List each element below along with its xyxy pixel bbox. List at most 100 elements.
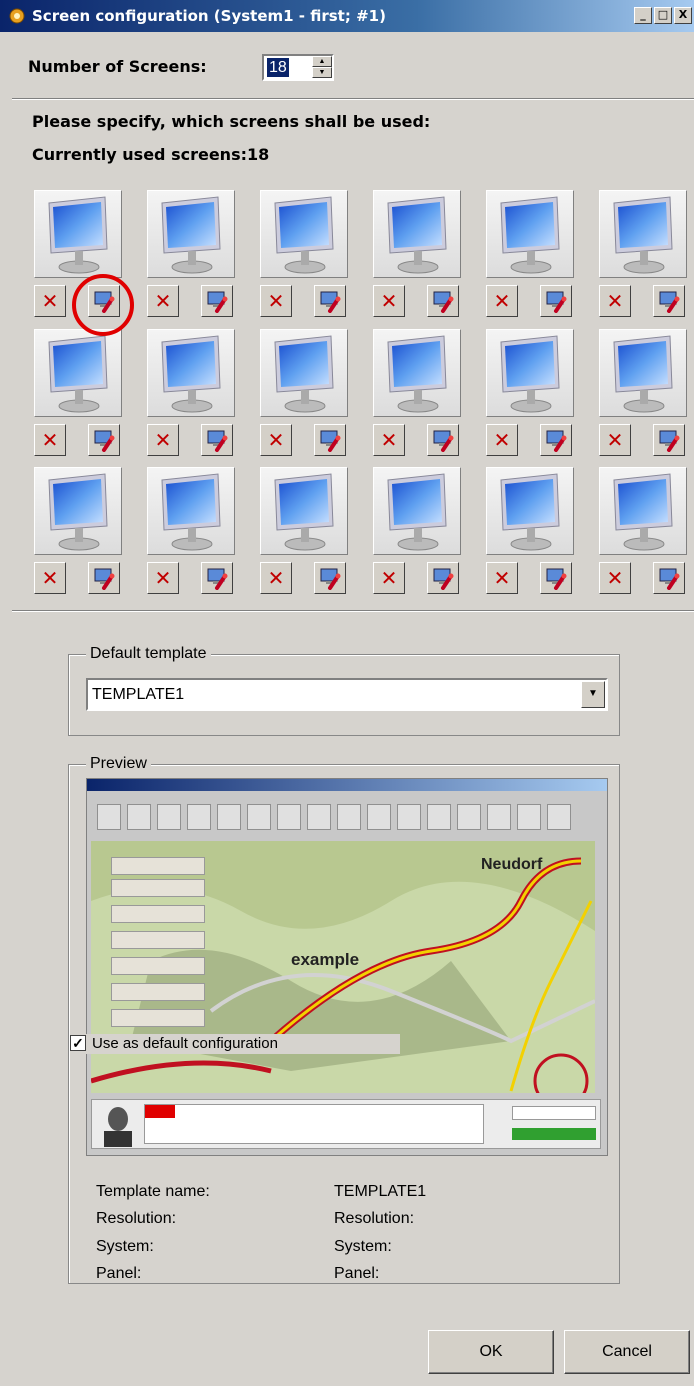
close-button[interactable]: X [674, 7, 692, 24]
monitor-icon[interactable] [147, 329, 235, 417]
use-as-default-label: Use as default configuration [92, 1035, 278, 1052]
monitor-icon[interactable] [260, 329, 348, 417]
remove-screen-button[interactable]: ✕ [486, 562, 518, 594]
minimize-button[interactable]: _ [634, 7, 652, 24]
monitor-icon[interactable] [486, 467, 574, 555]
monitor-config-icon [657, 289, 681, 313]
remove-screen-button[interactable]: ✕ [147, 285, 179, 317]
remove-screen-button[interactable]: ✕ [599, 562, 631, 594]
preview-menu-item [111, 857, 205, 875]
default-template-select[interactable]: TEMPLATE1 ▼ [86, 678, 608, 711]
remove-screen-button[interactable]: ✕ [147, 424, 179, 456]
avatar-icon [104, 1107, 132, 1147]
configure-screen-button[interactable] [88, 562, 120, 594]
remove-screen-button[interactable]: ✕ [599, 285, 631, 317]
preview-status-panel [91, 1099, 601, 1149]
monitor-icon[interactable] [373, 467, 461, 555]
monitor-icon[interactable] [599, 190, 687, 278]
monitor-icon[interactable] [486, 190, 574, 278]
preview-image: Neudorf example [86, 778, 608, 1156]
configure-screen-button[interactable] [653, 562, 685, 594]
configure-screen-button[interactable] [427, 424, 459, 456]
monitor-icon[interactable] [599, 329, 687, 417]
template-name-value: TEMPLATE1 [334, 1183, 427, 1200]
configure-screen-button[interactable] [314, 285, 346, 317]
preview-toolbar [91, 797, 603, 837]
remove-screen-button[interactable]: ✕ [260, 562, 292, 594]
spin-up-icon[interactable]: ▲ [312, 56, 332, 67]
remove-screen-button[interactable]: ✕ [260, 285, 292, 317]
monitor-config-icon [205, 289, 229, 313]
configure-screen-button[interactable] [314, 562, 346, 594]
number-of-screens-spinner[interactable]: 18 ▲ ▼ [262, 54, 334, 81]
remove-screen-button[interactable]: ✕ [373, 285, 405, 317]
monitor-config-icon [318, 428, 342, 452]
screen-slot: ✕ [258, 190, 358, 324]
remove-screen-button[interactable]: ✕ [373, 562, 405, 594]
close-icon: ✕ [267, 428, 285, 452]
screen-slot: ✕ [145, 467, 245, 601]
currently-used-screens: Currently used screens:18 [32, 145, 270, 164]
checkmark-icon[interactable]: ✓ [70, 1035, 86, 1051]
configure-screen-button[interactable] [427, 562, 459, 594]
monitor-icon[interactable] [147, 190, 235, 278]
highlight-circle [72, 274, 134, 336]
configure-screen-button[interactable] [427, 285, 459, 317]
monitor-icon[interactable] [260, 467, 348, 555]
screen-slot: ✕ [145, 190, 245, 324]
close-icon: ✕ [493, 428, 511, 452]
configure-screen-button[interactable] [201, 424, 233, 456]
close-icon: ✕ [493, 566, 511, 590]
remove-screen-button[interactable]: ✕ [373, 424, 405, 456]
configure-screen-button[interactable] [653, 285, 685, 317]
configure-screen-button[interactable] [314, 424, 346, 456]
screen-slot: ✕ [597, 329, 694, 463]
configure-screen-button[interactable] [540, 562, 572, 594]
remove-screen-button[interactable]: ✕ [486, 424, 518, 456]
chevron-down-icon[interactable]: ▼ [581, 681, 605, 708]
monitor-icon[interactable] [373, 329, 461, 417]
configure-screen-button[interactable] [540, 285, 572, 317]
screen-slot: ✕ [597, 190, 694, 324]
remove-screen-button[interactable]: ✕ [34, 424, 66, 456]
remove-screen-button[interactable]: ✕ [599, 424, 631, 456]
configure-screen-button[interactable] [88, 424, 120, 456]
close-icon: ✕ [41, 428, 59, 452]
monitor-icon[interactable] [599, 467, 687, 555]
panel-value: Panel: [334, 1265, 380, 1282]
preview-label: Preview [86, 755, 151, 773]
spin-down-icon[interactable]: ▼ [312, 67, 332, 78]
window-title: Screen configuration (System1 - first; #… [32, 7, 386, 25]
maximize-button[interactable]: □ [654, 7, 672, 24]
close-icon: ✕ [380, 428, 398, 452]
remove-screen-button[interactable]: ✕ [34, 562, 66, 594]
default-template-label: Default template [86, 645, 211, 663]
remove-screen-button[interactable]: ✕ [147, 562, 179, 594]
monitor-icon[interactable] [260, 190, 348, 278]
configure-screen-button[interactable] [201, 562, 233, 594]
number-of-screens-value[interactable]: 18 [267, 58, 289, 77]
screen-slot: ✕ [371, 190, 471, 324]
monitor-icon[interactable] [147, 467, 235, 555]
title-bar: Screen configuration (System1 - first; #… [0, 0, 694, 32]
remove-screen-button[interactable]: ✕ [486, 285, 518, 317]
monitor-icon[interactable] [34, 190, 122, 278]
preview-titlebar [87, 779, 607, 791]
monitor-icon[interactable] [34, 467, 122, 555]
remove-screen-button[interactable]: ✕ [34, 285, 66, 317]
remove-screen-button[interactable]: ✕ [260, 424, 292, 456]
ok-button[interactable]: OK [428, 1330, 554, 1374]
monitor-icon[interactable] [486, 329, 574, 417]
divider [12, 610, 694, 612]
system-value: System: [334, 1238, 392, 1255]
configure-screen-button[interactable] [653, 424, 685, 456]
screen-slot: ✕ [258, 467, 358, 601]
monitor-config-icon [205, 428, 229, 452]
use-as-default-checkbox[interactable]: ✓ Use as default configuration [70, 1034, 400, 1054]
monitor-icon[interactable] [373, 190, 461, 278]
configure-screen-button[interactable] [540, 424, 572, 456]
close-icon: ✕ [154, 289, 172, 313]
configure-screen-button[interactable] [201, 285, 233, 317]
monitor-icon[interactable] [34, 329, 122, 417]
cancel-button[interactable]: Cancel [564, 1330, 690, 1374]
